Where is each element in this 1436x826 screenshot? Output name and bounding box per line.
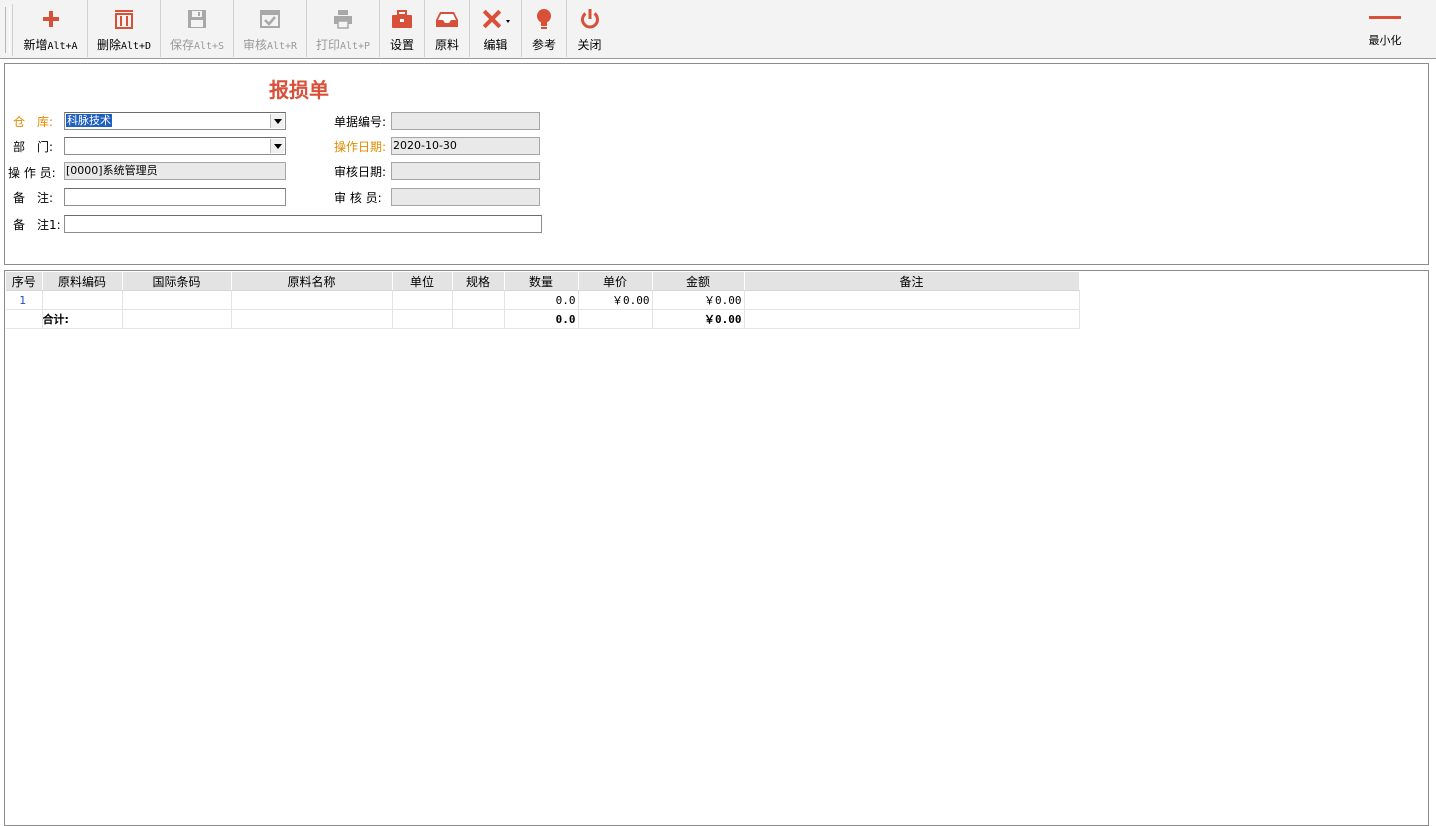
auditor-label: 审 核 员: <box>334 191 382 205</box>
material-button-label: 原料 <box>434 38 459 52</box>
total-empty-cell <box>578 309 653 329</box>
column-header[interactable]: 数量 <box>504 272 579 291</box>
save-button-shortcut: Alt+S <box>193 41 225 52</box>
print-button-label: 打印 <box>315 38 340 52</box>
audit-button-shortcut: Alt+R <box>266 41 298 52</box>
edit-button-label: 编辑 <box>483 38 508 52</box>
add-button-shortcut: Alt+A <box>47 41 78 52</box>
minimize-icon <box>1369 16 1401 19</box>
power-icon <box>580 9 599 29</box>
column-header[interactable]: 原料编码 <box>42 272 123 291</box>
column-header[interactable]: 国际条码 <box>122 272 232 291</box>
auditor-field <box>391 188 540 206</box>
total-label: 合计: <box>42 309 123 329</box>
remark1-input[interactable] <box>64 215 542 233</box>
toolbar-grip[interactable] <box>5 7 10 53</box>
toolbox-icon <box>392 10 412 28</box>
page-title: 报损单 <box>269 78 329 102</box>
trash-icon <box>115 10 133 29</box>
doc-no-field <box>391 112 540 130</box>
row-price[interactable]: ￥0.00 <box>578 290 653 310</box>
row-spec[interactable] <box>452 290 505 310</box>
remark1-label: 备 注1: <box>13 218 61 232</box>
form-panel: 报损单 仓 库: 科脉技术 部 门: 操 作 员: [0000]系统管理员 备 … <box>4 63 1429 265</box>
audit-date-field <box>391 162 540 180</box>
settings-button[interactable]: 设置 <box>380 0 425 57</box>
print-button[interactable]: 打印Alt+P <box>307 0 380 57</box>
add-button-label: 新增 <box>23 38 48 52</box>
plus-icon <box>42 11 59 27</box>
print-button-shortcut: Alt+P <box>339 41 371 52</box>
close-button-label: 关闭 <box>577 38 602 52</box>
toolbar-divider <box>12 4 13 56</box>
department-select[interactable] <box>64 137 286 155</box>
total-empty-cell <box>231 309 393 329</box>
material-button[interactable]: 原料 <box>425 0 470 57</box>
minimize-button[interactable]: 最小化 <box>1360 8 1410 48</box>
detail-table: 序号 原料编码 国际条码 原料名称 单位 规格 数量 单价 金额 备注 1 0.… <box>6 272 1080 329</box>
table-header-row: 序号 原料编码 国际条码 原料名称 单位 规格 数量 单价 金额 备注 <box>6 272 1080 291</box>
column-header[interactable]: 规格 <box>452 272 505 291</box>
row-note[interactable] <box>744 290 1080 310</box>
close-button[interactable]: 关闭 <box>567 0 612 57</box>
total-empty-cell <box>6 309 43 329</box>
save-button-label: 保存 <box>169 38 194 52</box>
minimize-button-label: 最小化 <box>1368 34 1402 47</box>
row-unit[interactable] <box>392 290 453 310</box>
total-empty-cell <box>452 309 505 329</box>
column-header[interactable]: 备注 <box>744 272 1080 291</box>
save-button[interactable]: 保存Alt+S <box>161 0 234 57</box>
operator-field: [0000]系统管理员 <box>64 162 286 180</box>
audit-button[interactable]: 审核Alt+R <box>234 0 307 57</box>
audit-button-label: 审核 <box>242 38 267 52</box>
toolbar: 新增Alt+A 删除Alt+D 保存Alt+S 审核Alt+R 打印Alt+P … <box>0 0 1436 59</box>
edit-tools-icon <box>482 9 510 29</box>
table-row[interactable]: 1 0.0 ￥0.00 ￥0.00 <box>6 290 1080 310</box>
edit-dropdown-button[interactable]: 编辑 <box>470 0 522 57</box>
chevron-down-icon[interactable] <box>270 114 284 128</box>
audit-check-icon <box>260 10 280 28</box>
row-name[interactable] <box>231 290 393 310</box>
row-code[interactable] <box>42 290 123 310</box>
department-label: 部 门: <box>13 140 54 154</box>
reference-button[interactable]: 参考 <box>522 0 567 57</box>
printer-icon <box>334 10 352 29</box>
chevron-down-icon[interactable] <box>270 139 284 153</box>
remark-input[interactable] <box>64 188 286 206</box>
total-empty-cell <box>392 309 453 329</box>
tray-icon <box>436 12 458 27</box>
operator-label: 操 作 员: <box>8 166 56 180</box>
total-amount: ￥0.00 <box>652 309 745 329</box>
delete-button[interactable]: 删除Alt+D <box>88 0 161 57</box>
warehouse-select[interactable]: 科脉技术 <box>64 112 286 130</box>
row-barcode[interactable] <box>122 290 232 310</box>
remark-label: 备 注: <box>13 191 54 205</box>
column-header[interactable]: 金额 <box>652 272 745 291</box>
total-empty-cell <box>122 309 232 329</box>
delete-button-shortcut: Alt+D <box>120 41 152 52</box>
total-row: 合计: 0.0 ￥0.00 <box>6 309 1080 329</box>
warehouse-label: 仓 库: <box>13 115 54 129</box>
op-date-field[interactable]: 2020-10-30 <box>391 137 540 155</box>
settings-button-label: 设置 <box>389 38 414 52</box>
add-button[interactable]: 新增Alt+A <box>14 0 88 57</box>
total-empty-cell <box>744 309 1080 329</box>
floppy-disk-icon <box>188 10 206 28</box>
op-date-label: 操作日期: <box>334 140 387 154</box>
column-header[interactable]: 原料名称 <box>231 272 393 291</box>
doc-no-label: 单据编号: <box>334 115 387 129</box>
reference-button-label: 参考 <box>531 38 556 52</box>
total-qty: 0.0 <box>504 309 579 329</box>
audit-date-label: 审核日期: <box>334 165 387 179</box>
warehouse-value: 科脉技术 <box>66 114 112 127</box>
detail-grid: 序号 原料编码 国际条码 原料名称 单位 规格 数量 单价 金额 备注 1 0.… <box>4 270 1429 826</box>
lightbulb-icon <box>537 9 551 29</box>
column-header[interactable]: 单位 <box>392 272 453 291</box>
row-amount[interactable]: ￥0.00 <box>652 290 745 310</box>
column-header[interactable]: 单价 <box>578 272 653 291</box>
row-qty[interactable]: 0.0 <box>504 290 579 310</box>
row-seq[interactable]: 1 <box>6 290 43 310</box>
column-header[interactable]: 序号 <box>6 272 43 291</box>
delete-button-label: 删除 <box>96 38 121 52</box>
